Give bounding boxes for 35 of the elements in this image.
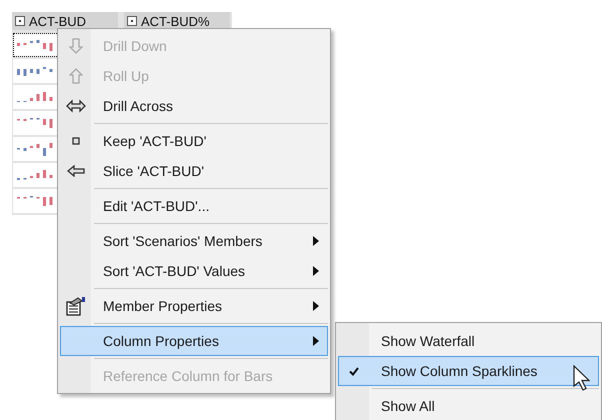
sparkline-cell[interactable] (13, 189, 59, 213)
menu-item[interactable]: Drill Across (60, 91, 328, 121)
sparkline-drawing (17, 142, 52, 156)
menu-item[interactable]: Slice 'ACT-BUD' (60, 156, 328, 186)
sparkline-cell[interactable] (13, 137, 59, 161)
menu-item[interactable]: Sort 'ACT-BUD' Values (60, 256, 328, 286)
menu-item[interactable]: Edit 'ACT-BUD'... (60, 191, 328, 221)
expand-box-icon (15, 16, 25, 26)
sparkline-drawing (17, 170, 52, 180)
sparkline-drawing (17, 40, 52, 50)
up-arrow-icon (69, 68, 83, 84)
menu-item[interactable]: Member Properties (60, 291, 328, 321)
menu-item[interactable]: Show All (338, 391, 599, 420)
mouse-pointer-icon (573, 365, 591, 391)
menu-item[interactable]: Show Waterfall (338, 326, 599, 356)
sparkline-drawing (17, 118, 52, 128)
column-header[interactable]: ACT-BUD (12, 12, 118, 30)
menu-item[interactable]: Column Properties (60, 326, 328, 356)
menu-item[interactable]: Show Column Sparklines (338, 356, 599, 386)
square-icon (72, 137, 80, 145)
sparkline-cell[interactable] (13, 85, 59, 109)
left-arrow-icon (67, 165, 85, 177)
sparkline-drawing (17, 92, 52, 102)
properties-icon (65, 295, 87, 317)
sparkline-cell[interactable] (13, 59, 59, 83)
sparkline-cell[interactable] (13, 111, 59, 135)
sparkline-cell[interactable] (13, 163, 59, 187)
expand-box-icon (127, 16, 137, 26)
sparkline-drawing (17, 196, 52, 206)
menu-item[interactable]: Keep 'ACT-BUD' (60, 126, 328, 156)
down-arrow-icon (69, 38, 83, 54)
double-arrow-icon (66, 99, 86, 113)
sparkline-drawing (17, 66, 52, 76)
menu-item[interactable]: Sort 'Scenarios' Members (60, 226, 328, 256)
sparkline-cell[interactable] (13, 33, 59, 57)
